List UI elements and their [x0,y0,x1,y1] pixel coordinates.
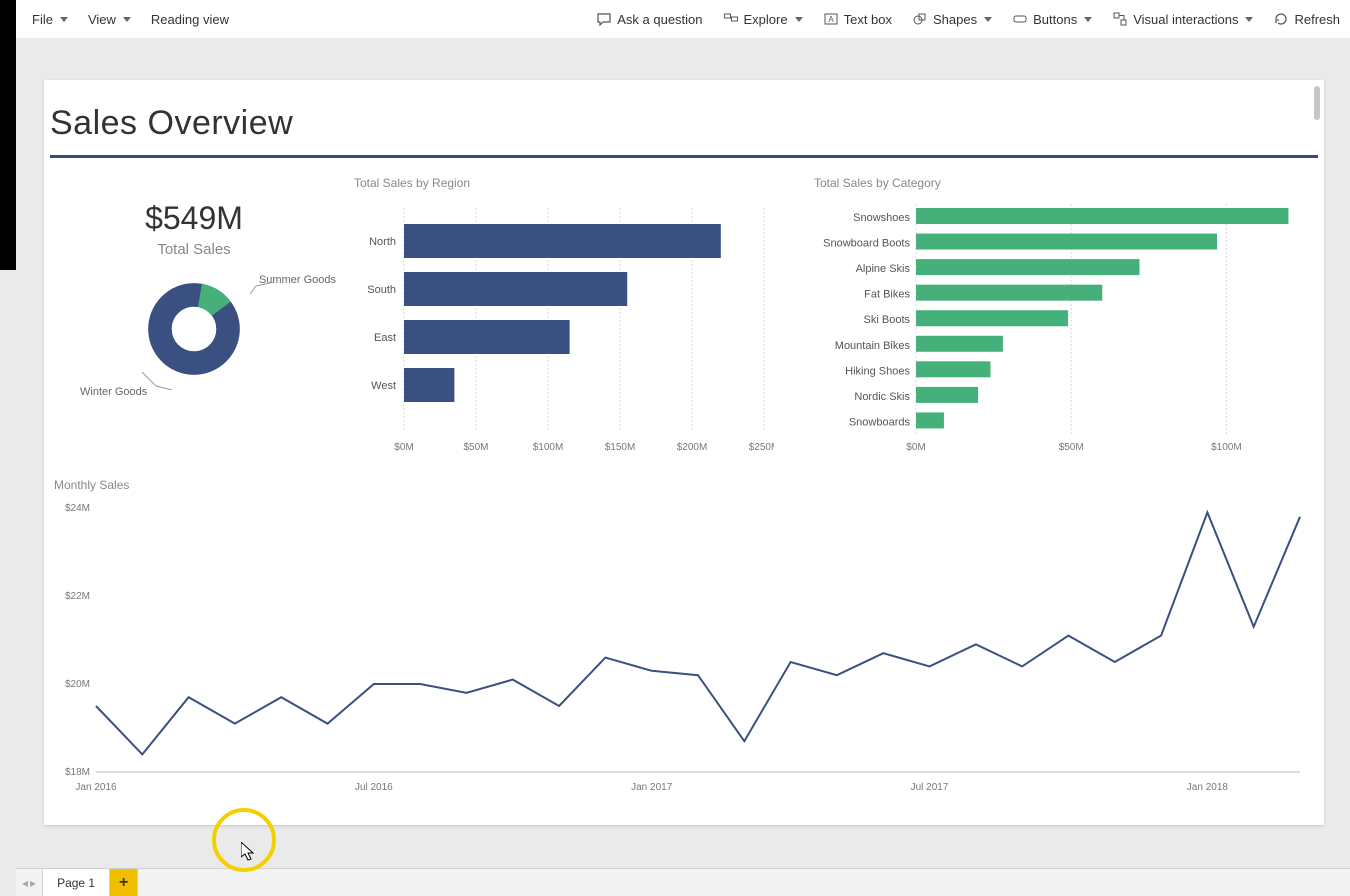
page-tab-label: Page 1 [57,876,95,890]
svg-text:Jul 2016: Jul 2016 [355,782,393,793]
donut-label-winter: Winter Goods [80,386,147,398]
scrollbar-thumb[interactable] [1314,86,1320,120]
category-chart-title: Total Sales by Category [814,176,1314,190]
add-page-button[interactable]: + [110,869,138,896]
svg-text:$100M: $100M [1211,442,1242,453]
region-bar-chart[interactable]: Total Sales by Region $0M $50M $100M $150M $… [344,170,804,464]
svg-text:$0M: $0M [394,442,413,453]
svg-text:North: North [369,236,396,248]
donut-chart[interactable]: Summer Goods Winter Goods [44,274,344,414]
refresh-icon [1273,11,1289,27]
report-title: Sales Overview [44,80,1324,149]
view-menu-label: View [88,12,116,27]
view-menu[interactable]: View [78,0,141,38]
shapes-label: Shapes [933,12,977,27]
svg-text:A: A [828,15,834,24]
svg-text:$24M: $24M [65,503,90,514]
kpi-value: $549M [44,200,344,237]
kpi-label: Total Sales [44,241,344,258]
kpi-card[interactable]: $549M Total Sales Summer Goods Winter Go… [44,170,344,464]
line-chart[interactable]: Monthly Sales $24M $22M $20M $18M Jan 2016 Ju… [44,478,1324,796]
svg-text:$50M: $50M [463,442,488,453]
chevron-down-icon [1245,17,1253,22]
svg-text:Snowshoes: Snowshoes [853,212,910,224]
svg-text:East: East [374,332,396,344]
textbox-icon: A [823,11,839,27]
page-prev-icon: ◂ [22,876,28,890]
chevron-down-icon [795,17,803,22]
textbox-label: Text box [844,12,892,27]
page-tab-1[interactable]: Page 1 [43,869,110,896]
cursor-icon [241,842,257,867]
report-canvas: Sales Overview $549M Total Sales Summer … [44,80,1324,825]
top-toolbar: File View Reading view Ask a question Ex… [16,0,1350,38]
svg-text:Alpine Skis: Alpine Skis [856,263,911,275]
shapes-menu[interactable]: Shapes [902,0,1002,38]
chat-icon [596,11,612,27]
buttons-menu[interactable]: Buttons [1002,0,1102,38]
left-app-bar [0,0,16,270]
chevron-down-icon [1084,17,1092,22]
svg-text:$250M: $250M [749,442,774,453]
buttons-label: Buttons [1033,12,1077,27]
explore-menu[interactable]: Explore [713,0,813,38]
visual-interactions-menu[interactable]: Visual interactions [1102,0,1263,38]
page-tab-strip: ◂ ▸ Page 1 + [16,868,1350,896]
svg-text:Ski Boots: Ski Boots [864,314,911,326]
textbox-button[interactable]: A Text box [813,0,902,38]
line-chart-title: Monthly Sales [54,478,1314,492]
visual-interactions-label: Visual interactions [1133,12,1238,27]
svg-text:$18M: $18M [65,767,90,778]
svg-text:South: South [367,284,396,296]
svg-text:Hiking Shoes: Hiking Shoes [845,365,910,377]
chevron-down-icon [123,17,131,22]
category-bar-chart[interactable]: Total Sales by Category $0M $50M $100M Snow… [804,170,1324,464]
svg-text:Jan 2016: Jan 2016 [75,782,117,793]
file-menu-label: File [32,12,53,27]
svg-text:$20M: $20M [65,679,90,690]
file-menu[interactable]: File [22,0,78,38]
explore-label: Explore [744,12,788,27]
refresh-button[interactable]: Refresh [1263,0,1350,38]
interactions-icon [1112,11,1128,27]
plus-icon: + [119,874,128,892]
svg-text:$22M: $22M [65,591,90,602]
svg-text:Fat Bikes: Fat Bikes [864,289,910,301]
ask-question-button[interactable]: Ask a question [586,0,712,38]
reading-view-button[interactable]: Reading view [141,0,239,38]
svg-text:$100M: $100M [533,442,564,453]
svg-text:Nordic Skis: Nordic Skis [854,391,910,403]
svg-text:$50M: $50M [1059,442,1084,453]
refresh-label: Refresh [1294,12,1340,27]
buttons-icon [1012,11,1028,27]
region-chart-title: Total Sales by Region [354,176,794,190]
title-rule [50,155,1318,158]
svg-text:Jul 2017: Jul 2017 [911,782,949,793]
ask-question-label: Ask a question [617,12,702,27]
chevron-down-icon [60,17,68,22]
svg-text:$0M: $0M [906,442,925,453]
svg-text:$150M: $150M [605,442,636,453]
svg-text:Snowboards: Snowboards [849,416,911,428]
shapes-icon [912,11,928,27]
explore-icon [723,11,739,27]
page-nav-arrows[interactable]: ◂ ▸ [16,869,43,896]
svg-text:Snowboard Boots: Snowboard Boots [823,238,910,250]
svg-text:$200M: $200M [677,442,708,453]
svg-text:West: West [371,380,396,392]
chevron-down-icon [984,17,992,22]
page-next-icon: ▸ [30,876,36,890]
reading-view-label: Reading view [151,12,229,27]
svg-text:Jan 2018: Jan 2018 [1187,782,1229,793]
svg-text:Mountain Bikes: Mountain Bikes [835,340,911,352]
svg-text:Jan 2017: Jan 2017 [631,782,673,793]
